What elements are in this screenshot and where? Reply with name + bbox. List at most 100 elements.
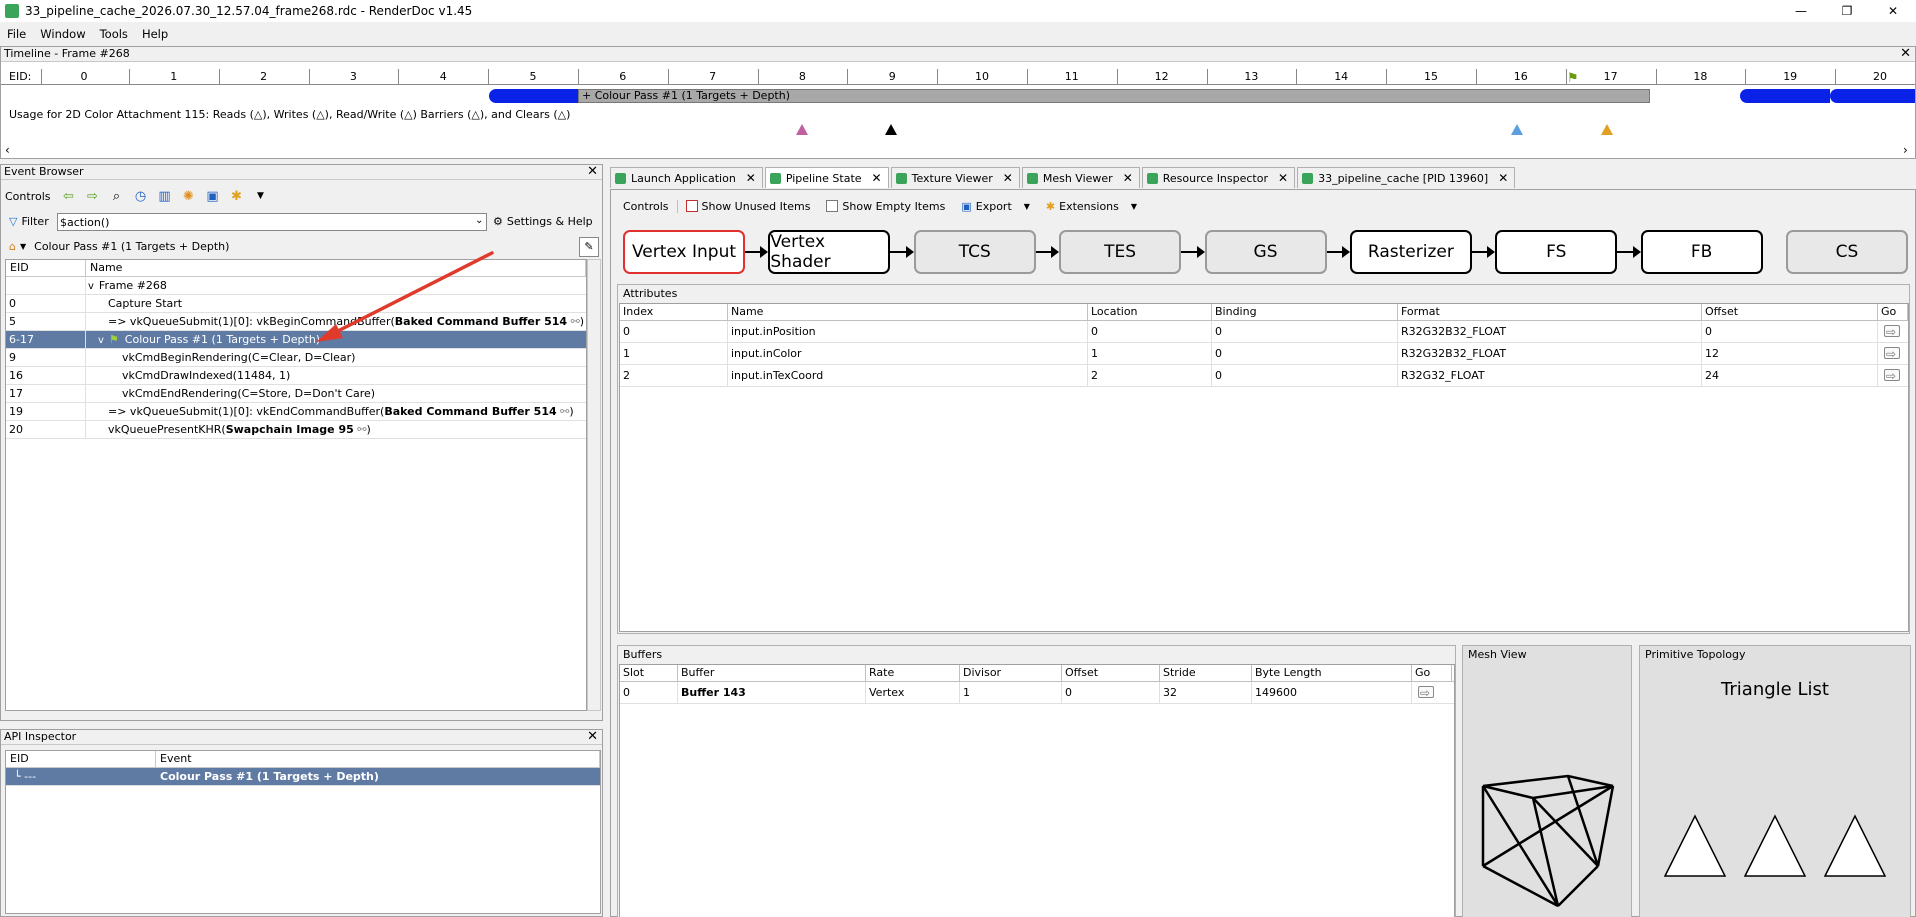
event-row[interactable]: 6-17 v ⚑ Colour Pass #1 (1 Targets + Depth): [6, 331, 586, 349]
column-format[interactable]: Format: [1398, 304, 1702, 320]
event-row[interactable]: 17 vkCmdEndRendering(C=Store, D=Don't Car…: [6, 385, 586, 403]
timeline-event-block[interactable]: [489, 89, 578, 103]
close-icon[interactable]: ✕: [746, 171, 756, 185]
menu-tools[interactable]: Tools: [93, 27, 135, 41]
stage-tes[interactable]: TES: [1059, 230, 1182, 274]
close-icon[interactable]: ✕: [872, 171, 882, 185]
column-rate[interactable]: Rate: [866, 665, 960, 681]
resource-link[interactable]: Baked Command Buffer 514: [384, 405, 556, 418]
timeline-event-block[interactable]: [1830, 89, 1915, 103]
gear-icon[interactable]: ⚙: [493, 215, 503, 228]
close-button[interactable]: ✕: [1870, 0, 1916, 22]
maximize-button[interactable]: ❐: [1824, 0, 1870, 22]
stage-fs[interactable]: FS: [1495, 230, 1618, 274]
api-event-row[interactable]: └ --- Colour Pass #1 (1 Targets + Depth): [6, 768, 600, 786]
go-arrow-icon[interactable]: [1884, 322, 1900, 342]
menu-help[interactable]: Help: [135, 27, 175, 41]
expand-toggle[interactable]: v: [98, 335, 104, 346]
column-binding[interactable]: Binding: [1212, 304, 1398, 320]
scroll-right-icon[interactable]: ›: [1903, 143, 1908, 157]
column-offset[interactable]: Offset: [1702, 304, 1878, 320]
stage-vertex-input[interactable]: Vertex Input: [623, 230, 745, 274]
plugin-icon[interactable]: ✱: [228, 187, 246, 205]
event-row[interactable]: v Frame #268: [6, 277, 586, 295]
chevron-down-icon[interactable]: ▼: [1024, 202, 1030, 211]
tree-scrollbar[interactable]: [587, 259, 601, 711]
minimize-button[interactable]: —: [1778, 0, 1824, 22]
export-button[interactable]: ▣ Export ▼: [953, 200, 1038, 213]
event-row[interactable]: 9 vkCmdBeginRendering(C=Clear, D=Clear): [6, 349, 586, 367]
resource-link[interactable]: Baked Command Buffer 514: [395, 315, 567, 328]
column-go[interactable]: Go: [1878, 304, 1908, 320]
close-icon[interactable]: ✕: [1900, 47, 1911, 61]
menu-file[interactable]: File: [0, 27, 33, 41]
tab-texture-viewer[interactable]: Texture Viewer ✕: [890, 167, 1020, 188]
table-row[interactable]: 2 input.inTexCoord 2 0 R32G32_FLOAT 24: [620, 365, 1908, 387]
timeline-pass-bar[interactable]: + Colour Pass #1 (1 Targets + Depth): [578, 89, 1650, 103]
table-row[interactable]: 0 Buffer 143 Vertex 1 0 32 149600: [620, 682, 1454, 704]
close-icon[interactable]: ✕: [1278, 171, 1288, 185]
chevron-down-icon[interactable]: ▼: [252, 187, 270, 205]
stage-cs[interactable]: CS: [1786, 230, 1908, 274]
scroll-left-icon[interactable]: ‹: [5, 143, 10, 157]
expand-toggle[interactable]: v: [88, 281, 94, 292]
close-icon[interactable]: ✕: [587, 165, 598, 179]
event-row[interactable]: 5 => vkQueueSubmit(1)[0]: vkBeginCommandB…: [6, 313, 586, 331]
tab-33-pipeline-cache-pid-13960[interactable]: 33_pipeline_cache [PID 13960] ✕: [1297, 167, 1516, 188]
home-icon[interactable]: ⌂: [9, 240, 16, 253]
table-row[interactable]: 0 input.inPosition 0 0 R32G32B32_FLOAT 0: [620, 321, 1908, 343]
save-icon[interactable]: ▣: [204, 187, 222, 205]
go-arrow-icon[interactable]: [1884, 366, 1900, 386]
link-icon[interactable]: ⚯: [557, 405, 569, 418]
column-buffer[interactable]: Buffer: [678, 665, 866, 681]
column-location[interactable]: Location: [1088, 304, 1212, 320]
column-index[interactable]: Index: [620, 304, 728, 320]
settings-help-button[interactable]: Settings & Help: [507, 215, 593, 228]
link-icon[interactable]: ⚯: [354, 423, 366, 436]
column-name[interactable]: Name: [728, 304, 1088, 320]
time-icon[interactable]: ◷: [132, 187, 150, 205]
column-divisor[interactable]: Divisor: [960, 665, 1062, 681]
event-row[interactable]: 0 Capture Start: [6, 295, 586, 313]
chevron-down-icon[interactable]: ⌄: [475, 215, 483, 226]
column-stride[interactable]: Stride: [1160, 665, 1252, 681]
menu-window[interactable]: Window: [33, 27, 92, 41]
stage-tcs[interactable]: TCS: [913, 230, 1036, 274]
edit-icon[interactable]: ✎: [579, 237, 599, 257]
go-arrow-icon[interactable]: [1418, 683, 1434, 703]
column-event[interactable]: Event: [156, 751, 600, 767]
timeline-event-block[interactable]: [1740, 89, 1830, 103]
chevron-down-icon[interactable]: ▼: [1131, 202, 1137, 211]
close-icon[interactable]: ✕: [1498, 171, 1508, 185]
stage-fb[interactable]: FB: [1640, 230, 1763, 274]
column-name[interactable]: Name: [86, 260, 586, 276]
stage-vertex-shader[interactable]: Vertex Shader: [768, 230, 891, 274]
tab-launch-application[interactable]: Launch Application ✕: [610, 167, 763, 188]
cell-buffer[interactable]: Buffer 143: [678, 682, 866, 703]
current-event-flag-icon[interactable]: ⚑: [1567, 71, 1579, 86]
find-icon[interactable]: ⌕: [108, 187, 126, 205]
event-row[interactable]: 16 vkCmdDrawIndexed(11484, 1): [6, 367, 586, 385]
column-go[interactable]: Go: [1412, 665, 1452, 681]
stage-rasterizer[interactable]: Rasterizer: [1349, 230, 1472, 274]
tab-resource-inspector[interactable]: Resource Inspector ✕: [1141, 167, 1296, 188]
arrow-left-icon[interactable]: ⇦: [60, 187, 78, 205]
resource-link[interactable]: Swapchain Image 95: [226, 423, 354, 436]
filter-input[interactable]: [57, 213, 487, 231]
close-icon[interactable]: ✕: [1123, 171, 1133, 185]
event-row[interactable]: 20 vkQueuePresentKHR(Swapchain Image 95 ⚯…: [6, 421, 586, 439]
column-eid[interactable]: EID: [6, 260, 86, 276]
column-eid[interactable]: EID: [6, 751, 156, 767]
arrow-right-icon[interactable]: ⇨: [84, 187, 102, 205]
show-empty-button[interactable]: Show Empty Items: [818, 200, 953, 213]
table-row[interactable]: 1 input.inColor 1 0 R32G32B32_FLOAT 12: [620, 343, 1908, 365]
breadcrumb[interactable]: Colour Pass #1 (1 Targets + Depth): [34, 240, 229, 253]
link-icon[interactable]: ⚯: [567, 315, 580, 328]
tab-mesh-viewer[interactable]: Mesh Viewer ✕: [1021, 167, 1140, 188]
stage-gs[interactable]: GS: [1204, 230, 1327, 274]
tab-pipeline-state[interactable]: Pipeline State ✕: [764, 167, 889, 188]
chart-icon[interactable]: ▥: [156, 187, 174, 205]
timeline-ruler[interactable]: EID: 0 1 2 3 4 5 6 7 8 9 10 11 12 13 14 15 16 17 18 19 20: [1, 69, 1915, 85]
column-byte-length[interactable]: Byte Length: [1252, 665, 1412, 681]
event-row[interactable]: 19 => vkQueueSubmit(1)[0]: vkEndCommandBu…: [6, 403, 586, 421]
